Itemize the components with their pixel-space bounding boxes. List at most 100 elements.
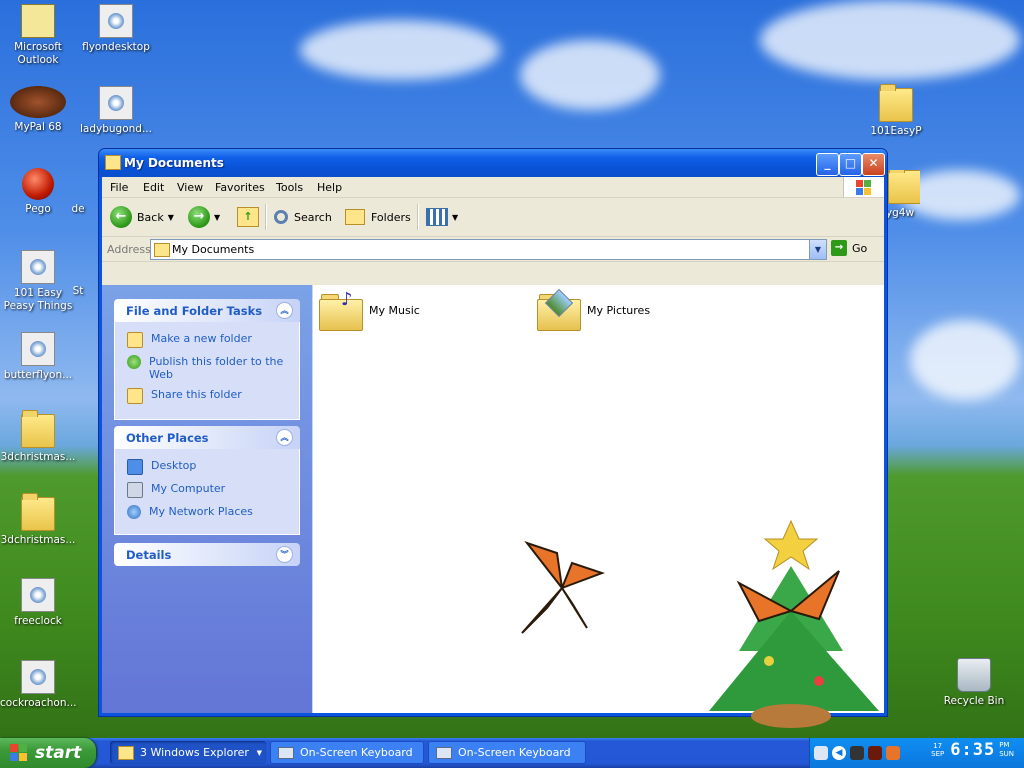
folders-label: Folders [371, 210, 411, 224]
place-label: Desktop [151, 459, 197, 472]
task-pane: File and Folder Tasks ︽ Make a new folde… [102, 285, 312, 713]
taskbar-item-onscreen-keyboard-2[interactable]: On-Screen Keyboard [428, 741, 586, 764]
desktop-icon-freeclock[interactable]: freeclock [0, 578, 76, 628]
panel-title: Other Places [126, 431, 209, 445]
panel-header[interactable]: File and Folder Tasks ︽ [114, 299, 300, 322]
menu-favorites[interactable]: Favorites [215, 181, 265, 194]
desktop-icon-101easyp[interactable]: 101EasyP [858, 84, 934, 138]
forward-button[interactable]: → ▼ [188, 206, 220, 228]
file-item-my-pictures[interactable]: My Pictures [537, 288, 651, 331]
explorer-window[interactable]: My Documents _ □ ✕ File Edit View Favori… [98, 148, 888, 728]
bug-tray-icon[interactable] [868, 746, 882, 760]
task-share-folder[interactable]: Share this folder [127, 388, 289, 404]
menu-help[interactable]: Help [317, 181, 342, 194]
folder-icon [21, 493, 55, 531]
panel-body: Make a new folder Publish this folder to… [114, 322, 300, 420]
menu-view[interactable]: View [177, 181, 203, 194]
menu-tools[interactable]: Tools [276, 181, 303, 194]
new-folder-icon [127, 332, 143, 348]
title-bar[interactable]: My Documents _ □ ✕ [99, 149, 887, 177]
desktop-icon-label: cockroachon... [0, 697, 77, 709]
folders-button[interactable]: Folders [345, 206, 411, 228]
folder-icon [879, 84, 913, 122]
desktop-icon-label: 101EasyP [870, 125, 922, 137]
close-button[interactable]: ✕ [862, 153, 885, 176]
setup-icon [99, 86, 133, 120]
chevron-down-icon[interactable]: ▼ [168, 213, 174, 222]
butterfly-tray-icon[interactable] [886, 746, 900, 760]
up-folder-button[interactable]: ↑ [237, 206, 259, 228]
desktop-icon-st[interactable]: St [58, 250, 98, 298]
clock-date-day: 17 [933, 742, 943, 750]
maximize-button[interactable]: □ [839, 153, 862, 176]
bug-tray-icon[interactable] [850, 746, 864, 760]
place-my-computer[interactable]: My Computer [127, 482, 289, 498]
chevron-left-icon[interactable]: ◀ [832, 746, 846, 760]
menu-file[interactable]: File [110, 181, 128, 194]
chevron-down-icon[interactable]: ▼ [214, 213, 220, 222]
task-publish-folder[interactable]: Publish this folder to the Web [127, 355, 289, 381]
computer-icon [127, 482, 143, 498]
clock[interactable]: 17 SEP 6:35 PM SUN [931, 740, 1014, 760]
desktop-icon-recycle-bin[interactable]: Recycle Bin [936, 658, 1012, 708]
keyboard-icon [436, 746, 452, 759]
desktop-icon-label: Microsoft Outlook [14, 41, 62, 66]
desktop-icon-3dchristmas-zip[interactable]: 3dchristmas... [0, 410, 76, 464]
file-item-my-music[interactable]: ♪ My Music [319, 289, 420, 331]
file-view[interactable]: ♪ My Music My Pictures [312, 285, 884, 728]
desktop-icon-butterfly[interactable]: butterflyon... [0, 332, 76, 382]
task-label: Make a new folder [151, 332, 252, 345]
christmas-tree-image [709, 519, 879, 728]
pego-icon [22, 168, 54, 200]
desktop-icon-de[interactable]: de [58, 168, 98, 216]
place-my-network[interactable]: My Network Places [127, 505, 289, 519]
desktop-icon-label: St [72, 285, 84, 297]
windows-logo-icon [843, 177, 884, 197]
taskbar: start 3 Windows Explorer ▼ On-Screen Key… [0, 738, 1024, 768]
desktop-icon-mypal[interactable]: MyPal 68 [0, 86, 76, 134]
panel-header[interactable]: Details ︾ [114, 543, 300, 566]
chevron-up-icon[interactable]: ︽ [276, 302, 293, 319]
task-label: Publish this folder to the Web [149, 355, 284, 381]
place-desktop[interactable]: Desktop [127, 459, 289, 475]
task-make-new-folder[interactable]: Make a new folder [127, 332, 289, 348]
up-folder-icon: ↑ [237, 207, 259, 227]
desktop-icon-3dchristmas-folder[interactable]: 3dchristmas... [0, 493, 76, 547]
task-label: 3 Windows Explorer [140, 746, 249, 759]
chevron-down-icon[interactable]: ︾ [276, 546, 293, 563]
desktop-icon-cockroach[interactable]: cockroachon... [0, 660, 77, 710]
panel-header[interactable]: Other Places ︽ [114, 426, 300, 449]
window-body: File Edit View Favorites Tools Help ← Ba… [102, 177, 884, 728]
go-button[interactable]: → Go [831, 240, 867, 256]
chevron-down-icon[interactable]: ▼ [809, 240, 826, 259]
partial-icon [62, 250, 94, 282]
file-folder-tasks-panel: File and Folder Tasks ︽ Make a new folde… [114, 299, 300, 420]
address-value: My Documents [172, 243, 255, 256]
search-button[interactable]: Search [274, 206, 332, 228]
desktop-icon-label: MyPal 68 [14, 121, 62, 133]
taskbar-item-windows-explorer[interactable]: 3 Windows Explorer ▼ [110, 741, 266, 764]
desktop-icon-outlook[interactable]: Microsoft Outlook [0, 4, 76, 67]
desktop-icon-label: butterflyon... [3, 369, 73, 381]
chevron-down-icon[interactable]: ▼ [452, 213, 458, 222]
start-button[interactable]: start [0, 738, 96, 768]
keyboard-tray-icon[interactable] [814, 746, 828, 760]
desktop-icon-flyondesktop[interactable]: flyondesktop [78, 4, 154, 54]
file-label: My Pictures [587, 303, 651, 317]
minimize-button[interactable]: _ [816, 153, 839, 176]
back-button[interactable]: ← Back ▼ [110, 206, 174, 228]
details-panel: Details ︾ [114, 543, 300, 566]
task-label: On-Screen Keyboard [300, 746, 413, 759]
address-input[interactable]: My Documents ▼ [150, 239, 827, 260]
desktop-icon-label: Pego [25, 203, 51, 215]
menu-edit[interactable]: Edit [143, 181, 164, 194]
back-label: Back [137, 210, 164, 224]
taskbar-item-onscreen-keyboard-1[interactable]: On-Screen Keyboard [270, 741, 424, 764]
cloud [910, 320, 1020, 400]
address-bar: Address My Documents ▼ → Go [102, 237, 884, 262]
windows-logo-icon [10, 744, 28, 762]
views-button[interactable]: ▼ [426, 206, 458, 228]
panel-body: Desktop My Computer My Network Places [114, 449, 300, 535]
desktop-icon-ladybug[interactable]: ladybugond... [78, 86, 154, 136]
chevron-up-icon[interactable]: ︽ [276, 429, 293, 446]
